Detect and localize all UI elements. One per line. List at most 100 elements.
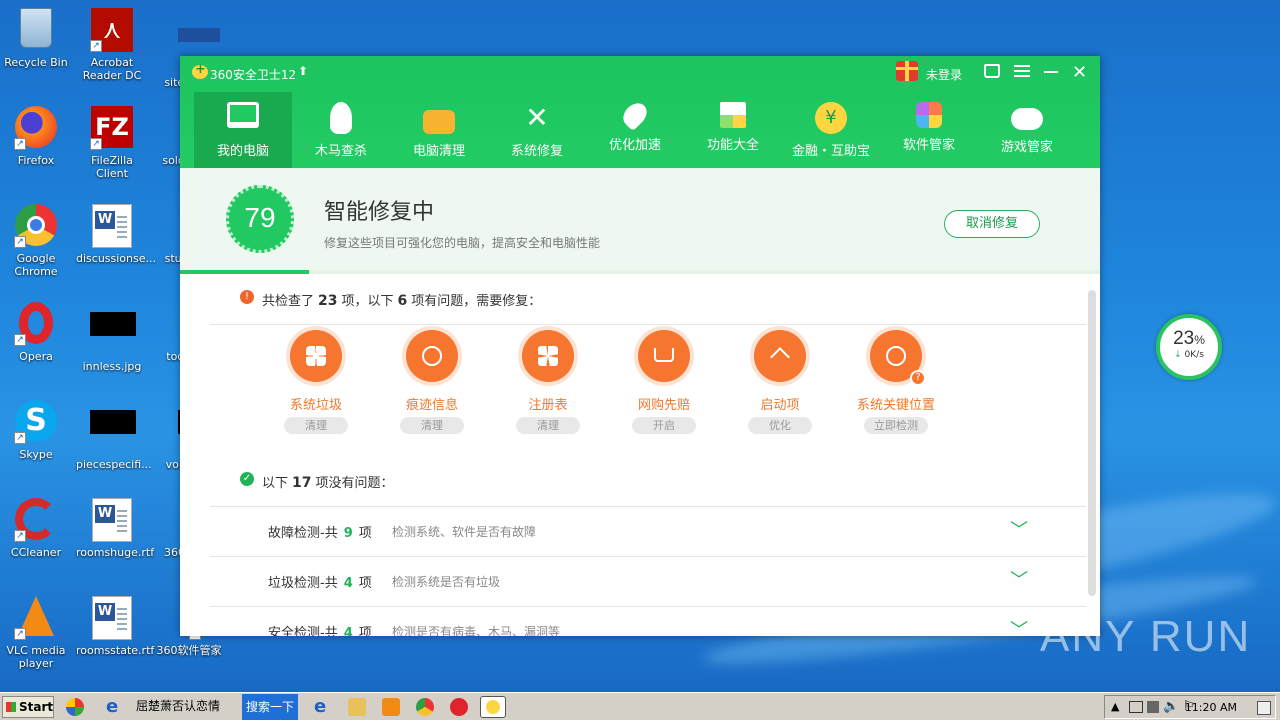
- check-icon: ✓: [240, 472, 254, 486]
- filezilla-icon: FZ ↗: [90, 106, 134, 150]
- issues-header: 共检查了 23 项，以下 6 项有问题，需要修复：: [262, 293, 542, 309]
- volume-icon[interactable]: 🔈: [1163, 699, 1179, 714]
- wrench-icon: ✕: [525, 101, 549, 134]
- nav-game-manager[interactable]: 游戏管家: [978, 92, 1076, 168]
- desktop-icon-acrobat[interactable]: ⋏ ↗ Acrobat Reader DC: [76, 8, 148, 82]
- chevron-down-icon[interactable]: ﹀: [1010, 616, 1028, 636]
- cart-icon: [638, 330, 690, 382]
- vlc-icon: ↗: [14, 596, 58, 640]
- repair-status-panel: 79 智能修复中 修复这些项目可强化您的电脑，提高安全和电脑性能 取消修复: [180, 168, 1100, 274]
- nav-finance[interactable]: ¥ 金融・互助宝: [782, 92, 880, 168]
- upgrade-arrow-icon[interactable]: ⬆: [298, 64, 308, 78]
- desktop-icon-vlc[interactable]: ↗ VLC media player: [0, 596, 72, 670]
- cancel-repair-button[interactable]: 取消修复: [944, 210, 1040, 238]
- network-icon[interactable]: [1129, 701, 1143, 713]
- search-button[interactable]: 搜索一下: [242, 694, 298, 720]
- warning-icon: !: [240, 290, 254, 304]
- issue-item-shopping-protection[interactable]: 网购先赔 开启: [606, 330, 722, 434]
- apps-icon: [916, 102, 942, 128]
- desktop-icon-ccleaner[interactable]: ↗ CCleaner: [0, 498, 72, 559]
- clean-button[interactable]: 清理: [284, 417, 348, 434]
- issue-item-traces[interactable]: 痕迹信息 清理: [374, 330, 490, 434]
- skin-icon[interactable]: [984, 64, 1000, 78]
- skype-icon: S ↗: [14, 400, 58, 444]
- desktop-icon-opera[interactable]: ↗ Opera: [0, 302, 72, 363]
- chevron-up-icon: [754, 330, 806, 382]
- word-doc-icon: W: [90, 498, 134, 542]
- issue-item-registry[interactable]: 注册表 清理: [490, 330, 606, 434]
- desktop-icon-skype[interactable]: S ↗ Skype: [0, 400, 72, 461]
- app-header: 360安全卫士12 ⬆ 未登录 ✕ 我的电脑 木马查杀 电脑清理 ✕: [180, 56, 1100, 168]
- nav-software-manager[interactable]: 软件管家: [880, 92, 978, 168]
- chevron-down-icon[interactable]: ﹀: [1010, 516, 1028, 542]
- menu-icon[interactable]: [1014, 65, 1030, 77]
- image-file-icon: [90, 312, 136, 356]
- nav-speedup[interactable]: 优化加速: [586, 92, 684, 168]
- opera-icon: ↗: [14, 302, 58, 346]
- divider: [210, 324, 1086, 325]
- desktop-icon-firefox[interactable]: ↗ Firefox: [0, 106, 72, 167]
- optimize-button[interactable]: 优化: [748, 417, 812, 434]
- desktop-icon-filezilla[interactable]: FZ ↗ FileZilla Client: [76, 106, 148, 180]
- ie-icon[interactable]: e: [106, 698, 124, 716]
- 360-taskbar-icon[interactable]: [480, 696, 506, 718]
- word-doc-icon: W: [90, 596, 134, 640]
- ie-icon[interactable]: e: [314, 698, 332, 716]
- nav-trojan-scan[interactable]: 木马查杀: [292, 92, 390, 168]
- nav-features[interactable]: 功能大全: [684, 92, 782, 168]
- ok-row-security-detection[interactable]: 安全检测-共 4 项 检测是否有病毒、木马、漏洞等 ﹀: [268, 606, 1058, 636]
- start-button[interactable]: Start: [2, 696, 54, 718]
- download-arrow-icon: ↓: [1174, 350, 1182, 360]
- registry-icon: [522, 330, 574, 382]
- desktop-icon-roomshuge[interactable]: W roomshuge.rtf: [76, 498, 154, 559]
- issue-item-startup[interactable]: 启动项 优化: [722, 330, 838, 434]
- rocket-icon: [618, 98, 652, 132]
- network-speed: 0K/s: [1184, 350, 1204, 360]
- flower-icon[interactable]: [66, 698, 84, 716]
- system-tray: ▲ 🔈 ⚐ 11:20 AM: [1104, 695, 1276, 719]
- close-icon[interactable]: ✕: [1072, 62, 1087, 83]
- ok-row-fault-detection[interactable]: 故障检测-共 9 项 检测系统、软件是否有故障 ﹀: [268, 506, 1058, 556]
- image-file-icon: [90, 410, 136, 454]
- clean-button[interactable]: 清理: [516, 417, 580, 434]
- word-doc-icon: W: [90, 204, 134, 248]
- detect-now-button[interactable]: 立即检测: [864, 417, 928, 434]
- minimize-icon[interactable]: [1044, 71, 1058, 73]
- desktop-icon-piecespecifi[interactable]: piecespecifi...: [76, 400, 152, 471]
- desktop-icon-innless[interactable]: innless.jpg: [76, 302, 148, 373]
- watermark: ANY RUN: [1040, 612, 1252, 661]
- desktop-icon-chrome[interactable]: ↗ Google Chrome: [0, 204, 72, 278]
- enable-button[interactable]: 开启: [632, 417, 696, 434]
- ok-header: 以下 17 项没有问题：: [262, 475, 394, 491]
- coin-icon: ¥: [815, 102, 847, 134]
- scrollbar[interactable]: [1088, 290, 1096, 596]
- tray-expand-icon[interactable]: ▲: [1111, 700, 1119, 713]
- ccleaner-icon: ↗: [14, 498, 58, 542]
- desktop-icon-discussionse[interactable]: W discussionse...: [76, 204, 156, 265]
- memory-percent: 23: [1173, 328, 1195, 349]
- stop-icon[interactable]: [450, 698, 468, 716]
- ok-row-junk-detection[interactable]: 垃圾检测-共 4 项 检测系统是否有垃圾 ﹀: [268, 556, 1058, 606]
- broom-icon: [423, 110, 455, 134]
- nav-system-repair[interactable]: ✕ 系统修复: [488, 92, 586, 168]
- issue-item-system-junk[interactable]: 系统垃圾 清理: [258, 330, 374, 434]
- gift-icon[interactable]: [896, 61, 918, 81]
- login-link[interactable]: 未登录: [926, 66, 962, 83]
- media-player-icon[interactable]: [382, 698, 400, 716]
- display-icon[interactable]: [1147, 701, 1159, 713]
- chrome-icon[interactable]: [416, 698, 434, 716]
- nav-my-computer[interactable]: 我的电脑: [194, 92, 292, 168]
- notification-icon[interactable]: [1257, 701, 1271, 715]
- clean-button[interactable]: 清理: [400, 417, 464, 434]
- repair-content: ! 共检查了 23 项，以下 6 项有问题，需要修复： 系统垃圾 清理 痕迹信息 清理 …: [180, 274, 1100, 636]
- desktop-icon-recycle-bin[interactable]: Recycle Bin: [0, 8, 72, 69]
- issue-item-key-locations[interactable]: ? 系统关键位置 立即检测: [838, 330, 954, 434]
- speed-widget[interactable]: 23% ↓ 0K/s: [1156, 314, 1222, 380]
- folder-icon[interactable]: [348, 698, 366, 716]
- desktop-icon-roomsstate[interactable]: W roomsstate.rtf: [76, 596, 154, 657]
- chevron-down-icon[interactable]: ﹀: [1010, 566, 1028, 592]
- app-window: 360安全卫士12 ⬆ 未登录 ✕ 我的电脑 木马查杀 电脑清理 ✕: [180, 56, 1100, 636]
- nav-cleanup[interactable]: 电脑清理: [390, 92, 488, 168]
- status-title: 智能修复中: [324, 200, 435, 225]
- taskbar-window-button[interactable]: 屈楚萧否认恋情: [136, 696, 220, 718]
